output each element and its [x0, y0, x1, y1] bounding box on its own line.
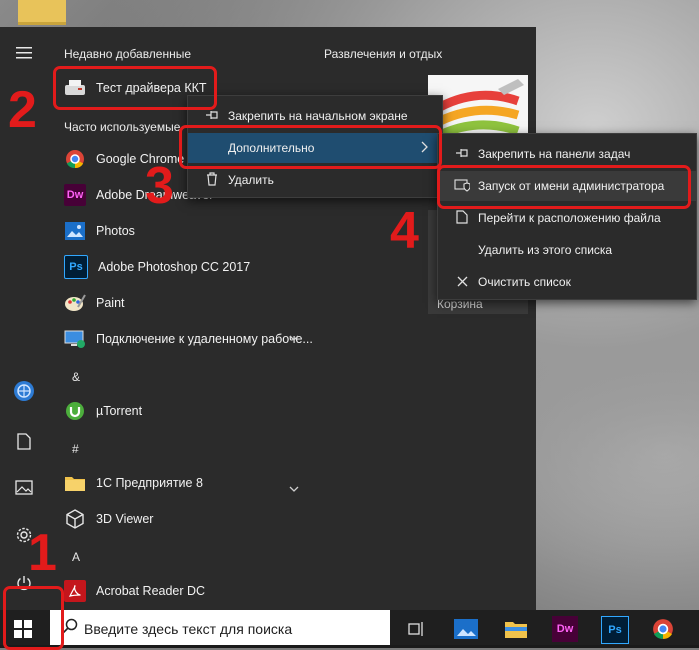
app-label: 1С Предприятие 8: [96, 476, 203, 490]
recently-added-header: Недавно добавленные: [64, 47, 192, 61]
letter-header-hash[interactable]: #: [72, 442, 79, 456]
utorrent-icon: [64, 400, 86, 422]
chrome-taskbar-icon[interactable]: [650, 616, 676, 642]
app-utorrent[interactable]: µTorrent: [56, 393, 316, 429]
hamburger-menu-icon[interactable]: [0, 35, 48, 71]
3d-viewer-icon: [64, 508, 86, 530]
annotation-number-4: 4: [390, 202, 419, 260]
app-remote-desktop[interactable]: Подключение к удаленному рабоче...: [56, 321, 316, 357]
app-3d-viewer[interactable]: 3D Viewer: [56, 501, 316, 537]
task-view-icon[interactable]: [403, 616, 429, 642]
photos-icon: [64, 220, 86, 242]
app-label: Adobe Photoshop CC 2017: [98, 260, 251, 274]
file-explorer-icon[interactable]: [503, 616, 529, 642]
tiles-group-header: Развлечения и отдых: [324, 47, 443, 61]
letter-header-ampersand[interactable]: &: [72, 370, 80, 384]
dreamweaver-taskbar-icon[interactable]: Dw: [552, 616, 578, 642]
app-label: µTorrent: [96, 404, 143, 418]
more-submenu: Закрепить на панели задач Запуск от имен…: [437, 133, 697, 300]
menu-label: Удалить из этого списка: [478, 243, 613, 257]
chrome-icon: [64, 148, 86, 170]
desktop-folder-icon[interactable]: [18, 0, 66, 25]
taskbar-search-box[interactable]: Введите здесь текст для поиска: [50, 610, 390, 647]
app-acrobat-reader[interactable]: Acrobat Reader DC: [56, 573, 316, 609]
documents-icon[interactable]: [0, 423, 48, 459]
menu-clear-list[interactable]: Очистить список: [438, 267, 696, 297]
annotation-number-3: 3: [145, 157, 174, 215]
pictures-icon[interactable]: [0, 469, 48, 505]
frequently-used-header: Часто используемые: [64, 120, 181, 134]
user-avatar-icon[interactable]: [0, 373, 48, 409]
menu-label: Закрепить на начальном экране: [228, 109, 408, 123]
annotation-number-1: 1: [28, 524, 57, 582]
pin-taskbar-icon: [450, 147, 474, 162]
acrobat-icon: [64, 580, 86, 602]
search-placeholder: Введите здесь текст для поиска: [84, 620, 293, 637]
app-1c-enterprise-folder[interactable]: 1С Предприятие 8: [56, 465, 316, 501]
photoshop-icon: Ps: [64, 255, 88, 279]
app-photos[interactable]: Photos: [56, 213, 316, 249]
menu-label: Перейти к расположению файла: [478, 211, 661, 225]
photos-taskbar-icon[interactable]: [453, 616, 479, 642]
highlight-more-item: [179, 125, 442, 169]
menu-label: Закрепить на панели задач: [478, 147, 631, 161]
menu-label: Очистить список: [478, 275, 571, 289]
app-label: Paint: [96, 296, 125, 310]
menu-remove-from-list[interactable]: Удалить из этого списка: [438, 235, 696, 265]
letter-header-a[interactable]: A: [72, 550, 80, 564]
search-icon: [62, 618, 78, 639]
highlight-kkt-app: [53, 66, 217, 110]
trash-icon: [200, 171, 224, 189]
close-icon: [450, 275, 474, 290]
app-label: 3D Viewer: [96, 512, 154, 526]
app-label: Acrobat Reader DC: [96, 584, 206, 598]
app-paint[interactable]: Paint: [56, 285, 316, 321]
remote-desktop-icon: [64, 328, 86, 350]
highlight-start-button: [3, 586, 64, 650]
menu-label: Удалить: [228, 173, 274, 187]
app-label: Подключение к удаленному рабоче...: [96, 332, 313, 346]
folder-icon: [64, 472, 86, 494]
pin-icon: [200, 109, 224, 124]
paint-icon: [64, 292, 86, 314]
annotation-number-2: 2: [8, 81, 37, 139]
expand-chevron-icon[interactable]: [289, 333, 299, 344]
photoshop-taskbar-icon[interactable]: Ps: [601, 616, 629, 644]
highlight-run-as-admin: [437, 165, 691, 209]
file-location-icon: [450, 209, 474, 227]
app-label: Photos: [96, 224, 135, 238]
folder-expand-chevron-icon[interactable]: [289, 479, 299, 497]
menu-uninstall[interactable]: Удалить: [188, 165, 442, 195]
app-adobe-photoshop[interactable]: Ps Adobe Photoshop CC 2017: [56, 249, 316, 285]
dreamweaver-icon: Dw: [64, 184, 86, 206]
